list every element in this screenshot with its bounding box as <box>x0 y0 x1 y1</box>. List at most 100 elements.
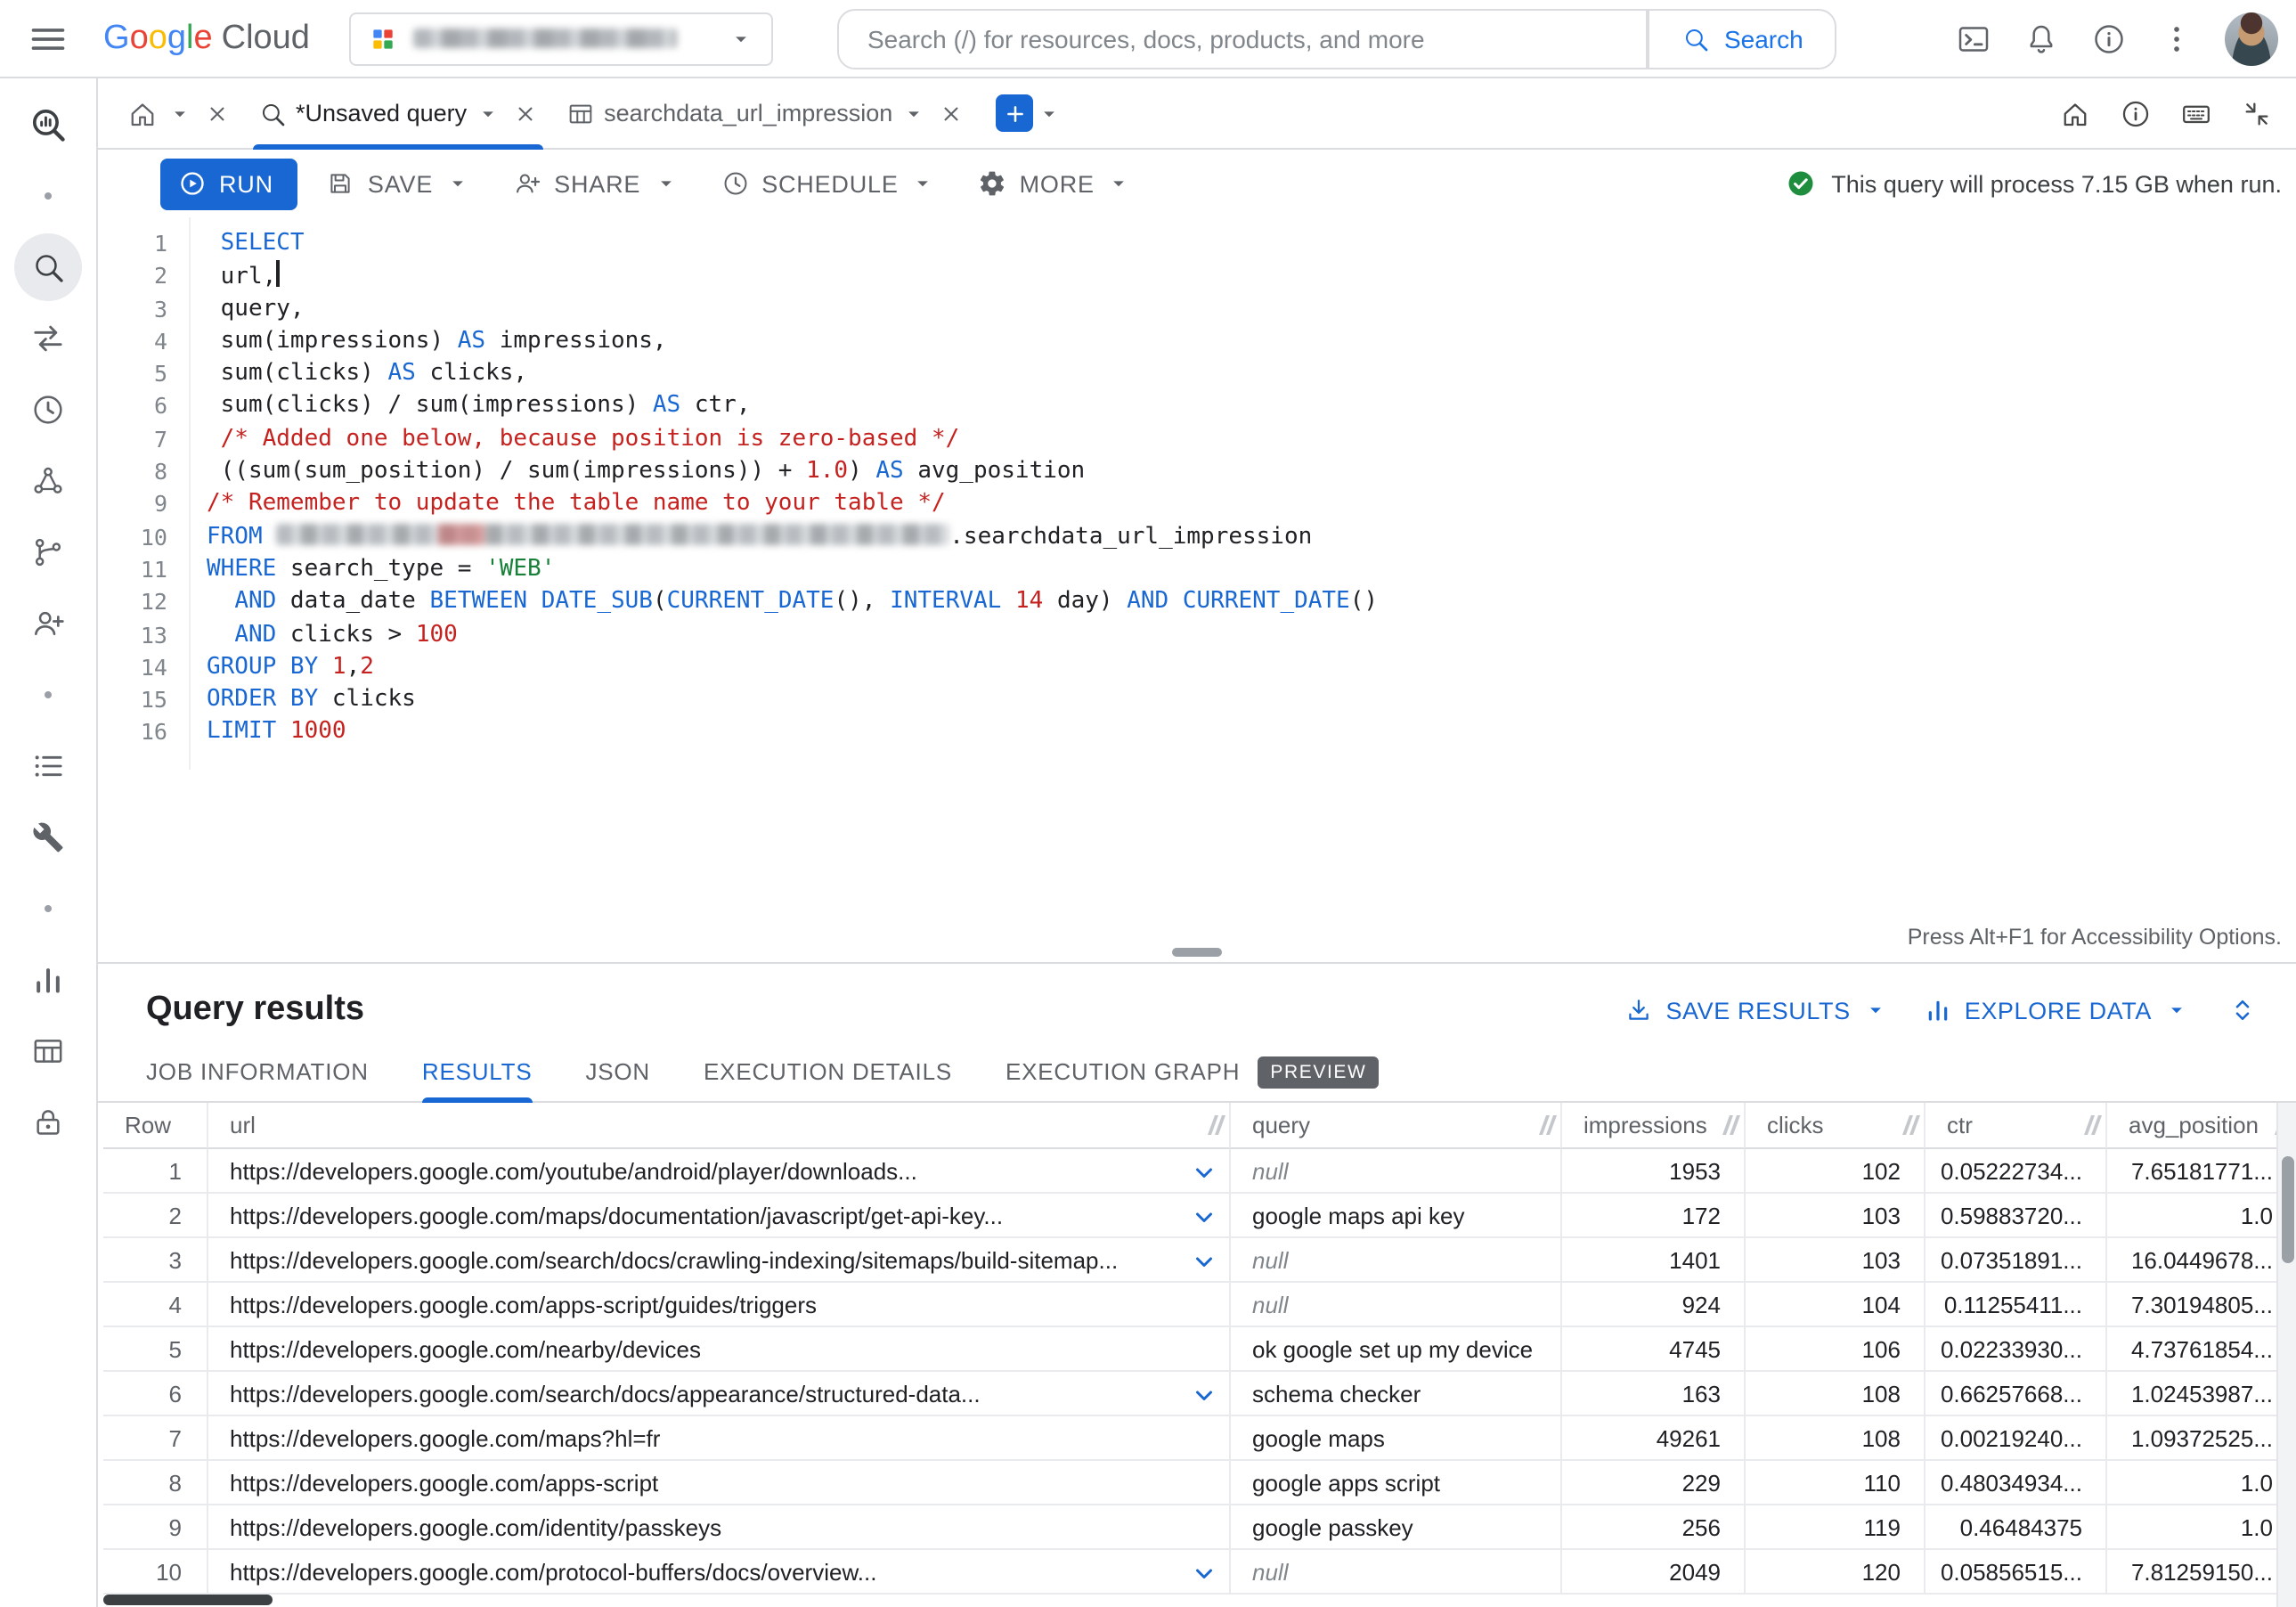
sidebar-item-data-transfers[interactable] <box>14 305 82 372</box>
tab-execution-graph[interactable]: EXECUTION GRAPH PREVIEW <box>1006 1041 1380 1102</box>
tab-label: JSON <box>585 1058 651 1085</box>
dataform-icon <box>30 534 66 570</box>
vertical-scrollbar[interactable] <box>2276 1103 2296 1607</box>
sidebar-item-bi-engine[interactable] <box>14 946 82 1014</box>
explore-data-button[interactable]: EXPLORE DATA <box>1913 983 2200 1037</box>
chevron-down-icon[interactable] <box>476 101 501 126</box>
sidebar-item-admin[interactable] <box>14 804 82 871</box>
sidebar-item-sql-workspace[interactable] <box>14 233 82 301</box>
column-header-ctr[interactable]: ctr <box>1924 1103 2105 1149</box>
table-row: 5 https://developers.google.com/nearby/de… <box>103 1327 2296 1372</box>
sidebar-item-scheduled-queries[interactable] <box>14 376 82 444</box>
expand-results-button[interactable] <box>2214 982 2271 1039</box>
tab-json[interactable]: JSON <box>585 1041 650 1102</box>
project-selector[interactable] <box>348 12 773 65</box>
menu-button[interactable] <box>18 8 78 69</box>
url-cell: https://developers.google.com/search/doc… <box>207 1372 1229 1416</box>
ctr-cell: 0.02233930... <box>1924 1327 2105 1372</box>
collapse-button[interactable] <box>2228 85 2285 142</box>
save-button[interactable]: SAVE <box>313 157 484 210</box>
avatar[interactable] <box>2225 12 2278 65</box>
share-button[interactable]: SHARE <box>499 157 692 210</box>
more-options-button[interactable] <box>2146 8 2207 69</box>
column-label: impressions <box>1584 1112 1707 1138</box>
sql-editor[interactable]: 1 SELECT 2 url, 3 query, 4 sum(impressions)… <box>98 217 2296 962</box>
tab-searchdata-url-impression[interactable]: searchdata_url_impression <box>552 77 978 149</box>
column-header-impressions[interactable]: impressions <box>1560 1103 1744 1149</box>
expand-row-chevron[interactable] <box>1188 1200 1220 1232</box>
sidebar-item-datasets[interactable] <box>14 1017 82 1085</box>
chevron-down-icon[interactable] <box>167 101 192 126</box>
line-number: 12 <box>140 588 167 616</box>
column-header-url[interactable]: url <box>207 1103 1229 1149</box>
scrollbar-thumb[interactable] <box>103 1595 273 1605</box>
chevron-down-icon[interactable] <box>901 101 926 126</box>
expand-row-chevron[interactable] <box>1188 1155 1220 1187</box>
add-tab-button[interactable] <box>996 94 1034 132</box>
results-tabs: JOB INFORMATION RESULTS JSON EXECUTION D… <box>98 1042 2296 1103</box>
results-header: Query results SAVE RESULTS EXPLORE DATA <box>98 964 2296 1042</box>
close-icon[interactable] <box>513 101 538 126</box>
ctr-cell: 0.05856515... <box>1924 1550 2105 1595</box>
tab-job-information[interactable]: JOB INFORMATION <box>146 1041 369 1102</box>
close-icon[interactable] <box>205 101 230 126</box>
tab-execution-details[interactable]: EXECUTION DETAILS <box>704 1041 952 1102</box>
expand-row-chevron[interactable] <box>1188 1244 1220 1277</box>
column-header-query[interactable]: query <box>1229 1103 1560 1149</box>
chevron-down-icon <box>729 26 753 51</box>
tab-results[interactable]: RESULTS <box>421 1041 533 1102</box>
bigquery-logo[interactable] <box>14 91 82 159</box>
save-results-button[interactable]: SAVE RESULTS <box>1614 983 1898 1037</box>
column-label: Row <box>125 1112 172 1138</box>
table-row: 4 https://developers.google.com/apps-scri… <box>103 1283 2296 1327</box>
line-number: 3 <box>153 295 167 322</box>
info-button[interactable] <box>2107 85 2164 142</box>
close-icon[interactable] <box>939 101 964 126</box>
line-number: 10 <box>140 523 167 551</box>
horizontal-scrollbar[interactable] <box>103 1593 2276 1607</box>
run-button[interactable]: RUN <box>160 158 298 209</box>
column-label: clicks <box>1767 1112 1824 1138</box>
query-cell: google maps api key <box>1229 1194 1560 1238</box>
clicks-cell: 119 <box>1744 1505 1924 1550</box>
sidebar-item-analytics-hub[interactable] <box>14 447 82 515</box>
tab-unsaved-query[interactable]: *Unsaved query <box>244 77 552 149</box>
impressions-cell: 924 <box>1560 1283 1744 1327</box>
column-header-clicks[interactable]: clicks <box>1744 1103 1924 1149</box>
sidebar-item-sharing[interactable] <box>14 590 82 657</box>
url-cell: https://developers.google.com/nearby/dev… <box>207 1327 1229 1372</box>
chevron-down-icon[interactable] <box>1037 101 1062 126</box>
sidebar-item-reservations[interactable] <box>14 732 82 800</box>
column-header-avg-position[interactable]: avg_position <box>2105 1103 2296 1149</box>
expand-row-chevron[interactable] <box>1188 1556 1220 1588</box>
expand-row-chevron[interactable] <box>1188 1378 1220 1410</box>
global-search: Search <box>836 8 1837 69</box>
shortcuts-button[interactable] <box>2168 85 2225 142</box>
bell-icon <box>2023 20 2059 56</box>
column-resize-handle[interactable] <box>1539 1115 1555 1135</box>
column-header-row[interactable]: Row <box>103 1103 207 1149</box>
query-results-panel: Query results SAVE RESULTS EXPLORE DATA <box>98 962 2296 1607</box>
column-resize-handle[interactable] <box>1902 1115 1918 1135</box>
impressions-cell: 2049 <box>1560 1550 1744 1595</box>
ctr-cell: 0.59883720... <box>1924 1194 2105 1238</box>
sidebar-item-dataform[interactable] <box>14 518 82 586</box>
go-home-button[interactable] <box>2047 85 2104 142</box>
impressions-cell: 172 <box>1560 1194 1744 1238</box>
column-resize-handle[interactable] <box>2084 1115 2100 1135</box>
more-button[interactable]: MORE <box>965 157 1146 210</box>
column-resize-handle[interactable] <box>1208 1115 1224 1135</box>
sidebar-item-governance[interactable] <box>14 1089 82 1156</box>
schedule-button[interactable]: SCHEDULE <box>706 157 949 210</box>
help-button[interactable] <box>2079 8 2139 69</box>
tab-label: EXECUTION GRAPH <box>1006 1058 1241 1085</box>
home-icon <box>2059 97 2091 129</box>
search-input[interactable] <box>836 8 1648 69</box>
tab-home[interactable] <box>112 77 244 149</box>
cloud-shell-button[interactable] <box>1943 8 2004 69</box>
scrollbar-thumb[interactable] <box>2281 1156 2293 1263</box>
notifications-button[interactable] <box>2011 8 2072 69</box>
column-resize-handle[interactable] <box>1722 1115 1738 1135</box>
panel-resize-handle[interactable] <box>1172 948 1222 957</box>
search-button[interactable]: Search <box>1647 8 1837 69</box>
